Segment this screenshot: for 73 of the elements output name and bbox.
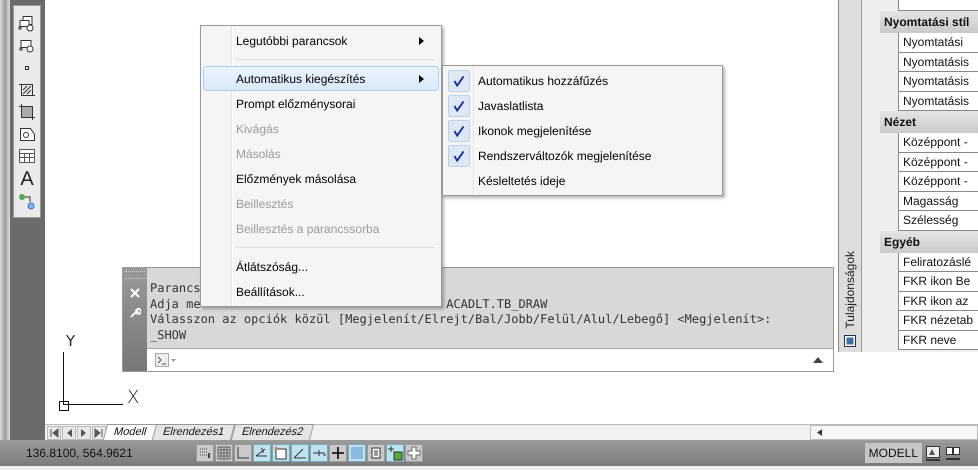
property-group-header[interactable]: Nyomtatási stíl xyxy=(880,11,978,33)
plus-toggle-icon[interactable] xyxy=(405,444,423,462)
property-name-cell: Nyomtatásis xyxy=(898,72,978,92)
layout-tab[interactable]: Modell xyxy=(102,424,158,440)
property-name-cell: Középpont - xyxy=(898,172,978,192)
menu-item[interactable]: Beállítások... xyxy=(203,279,439,304)
quick-toggle-icon[interactable] xyxy=(367,444,385,462)
property-name-cell: Középpont - xyxy=(898,152,978,172)
property-name-cell: FKR neve xyxy=(898,330,978,350)
layout-viewports-icon[interactable] xyxy=(944,444,962,462)
grid-toggle-icon[interactable] xyxy=(215,444,233,462)
command-history-text: ACADLT.TB_DRAW xyxy=(446,296,548,310)
scroll-left-icon[interactable] xyxy=(817,429,822,436)
menu-item[interactable]: Ikonok megjelenítése xyxy=(445,118,720,143)
menu-item[interactable]: Automatikus kiegészítés xyxy=(203,66,439,91)
menu-item[interactable]: Átlátszóság... xyxy=(203,254,439,279)
ortho-toggle-icon[interactable] xyxy=(234,444,252,462)
close-icon[interactable] xyxy=(129,287,141,299)
attach-tool-icon[interactable] xyxy=(18,193,36,211)
space-label[interactable]: MODELL xyxy=(864,443,922,463)
block-insert-tool-icon[interactable] xyxy=(18,15,36,33)
horizontal-scrollbar[interactable] xyxy=(810,425,978,440)
property-name-cell: Középpont - xyxy=(898,133,978,152)
command-history-text: _SHOW xyxy=(150,328,186,342)
property-name-cell: FKR ikon az xyxy=(898,292,978,311)
layout-tab[interactable]: Elrendezés1 xyxy=(152,424,236,440)
next-tab-icon[interactable] xyxy=(77,426,91,440)
command-history-text: Válasszon az opciók közül [Megjelenít/Elrejt/Bal/Jobb/Felül/Alul/Lebegő] <Megjelenít>: xyxy=(150,312,772,326)
ducs-toggle-icon[interactable] xyxy=(310,444,328,462)
prev-tab-icon[interactable] xyxy=(62,426,76,440)
property-name-cell: Feliratozáslé xyxy=(898,252,978,272)
property-group-header[interactable]: Nézet xyxy=(880,111,978,133)
command-history-text: Adja me xyxy=(150,296,201,310)
prompt-icon[interactable] xyxy=(155,353,177,367)
viewport-icon[interactable] xyxy=(924,444,942,462)
cycle-toggle-icon[interactable] xyxy=(386,444,404,462)
menu-item[interactable]: Előzmények másolása xyxy=(203,166,439,191)
angle-toggle-icon[interactable] xyxy=(291,444,309,462)
property-name-cell: FKR ikon Be xyxy=(898,272,978,292)
menu-item[interactable]: Rendszerváltozók megjelenítése xyxy=(445,143,720,168)
osnap-toggle-icon[interactable] xyxy=(272,444,290,462)
cross-toggle-icon[interactable] xyxy=(329,444,347,462)
gradient-tool-icon[interactable] xyxy=(18,103,36,121)
text-tool-button[interactable]: A xyxy=(20,169,34,189)
menu-item[interactable]: Prompt előzménysorai xyxy=(203,91,439,116)
wrench-icon[interactable] xyxy=(129,307,141,319)
menu-item[interactable]: Automatikus hozzáfűzés xyxy=(445,68,720,93)
last-tab-icon[interactable] xyxy=(92,426,106,440)
first-tab-icon[interactable] xyxy=(47,426,61,440)
command-input-field[interactable] xyxy=(147,348,833,371)
command-history-text: Parancs xyxy=(150,281,201,295)
menu-item[interactable]: Késleltetés ideje xyxy=(445,168,720,193)
palette-title: Tulajdonságok xyxy=(843,251,857,329)
property-group-header[interactable]: Egyéb xyxy=(880,230,978,252)
property-name-cell: Szélesség xyxy=(898,211,978,230)
polar-toggle-icon[interactable] xyxy=(253,444,271,462)
property-name-cell: Nyomtatásis xyxy=(898,52,978,72)
menu-item[interactable]: Javaslatlista xyxy=(445,93,720,118)
layout-tab[interactable]: Elrendezés2 xyxy=(230,424,314,440)
block-tool-icon[interactable] xyxy=(18,37,36,55)
hatch-tool-icon[interactable] xyxy=(18,81,36,99)
infer-toggle-icon[interactable] xyxy=(196,444,214,462)
table-tool-icon[interactable] xyxy=(18,147,36,165)
coordinates-readout: 136.8100, 564.9621 xyxy=(25,446,134,460)
expand-up-icon[interactable] xyxy=(813,357,823,363)
property-name-cell: Nyomtatásis xyxy=(898,92,978,111)
property-name-cell: FKR nézetab xyxy=(898,311,978,330)
palette-icon[interactable] xyxy=(844,335,856,347)
lineweight-toggle-icon[interactable] xyxy=(348,444,366,462)
property-name-cell: Nyomtatási xyxy=(898,33,978,52)
property-name-cell: Magasság xyxy=(898,192,978,211)
region-tool-icon[interactable] xyxy=(18,125,36,143)
menu-item[interactable]: Legutóbbi parancsok xyxy=(203,28,439,53)
